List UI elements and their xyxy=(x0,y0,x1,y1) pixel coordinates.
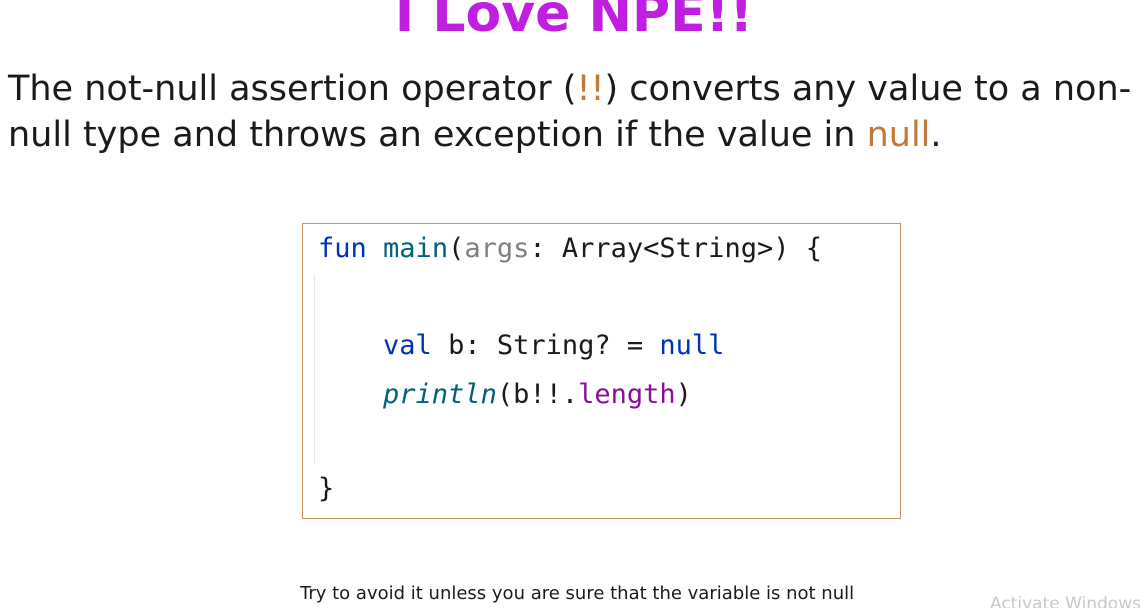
code-line-1: fun main(args: Array<String>) { xyxy=(318,232,822,266)
footer-note: Try to avoid it unless you are sure that… xyxy=(300,583,855,604)
indent-guide xyxy=(314,274,315,464)
description-line-2: null type and throws an exception if the… xyxy=(8,112,1148,158)
description-text: The not-null assertion operator ( xyxy=(8,69,577,109)
code-text: (b!!. xyxy=(496,379,579,410)
code-text: ) xyxy=(675,379,692,410)
code-text: : Array<String>) { xyxy=(529,233,822,264)
description-text: . xyxy=(930,115,942,155)
code-snippet: fun main(args: Array<String>) { val b: S… xyxy=(302,223,901,519)
description-paragraph: The not-null assertion operator (!!) con… xyxy=(8,66,1148,158)
code-line-2: val b: String? = null xyxy=(318,329,724,363)
code-line-4: } xyxy=(318,472,334,506)
description-text: ) converts any value to a non- xyxy=(604,69,1132,109)
null-highlight: null xyxy=(866,115,931,155)
code-keyword: fun xyxy=(318,233,367,264)
code-text: ( xyxy=(448,233,465,264)
code-function-call: println xyxy=(383,379,497,410)
slide-title: I Love NPE!! xyxy=(394,0,754,44)
code-text: } xyxy=(318,473,335,504)
code-keyword: null xyxy=(659,330,725,361)
activation-watermark: Activate Windows xyxy=(990,594,1141,608)
code-property: length xyxy=(578,379,676,410)
description-line-1: The not-null assertion operator (!!) con… xyxy=(8,66,1148,112)
operator-highlight: !! xyxy=(576,69,605,109)
code-function-name: main xyxy=(383,233,449,264)
code-parameter: args xyxy=(464,233,530,264)
code-keyword: val xyxy=(383,330,432,361)
code-line-3: println(b!!.length) xyxy=(318,378,692,412)
description-text: null type and throws an exception if the… xyxy=(8,115,867,155)
code-text: b: String? = xyxy=(431,330,660,361)
